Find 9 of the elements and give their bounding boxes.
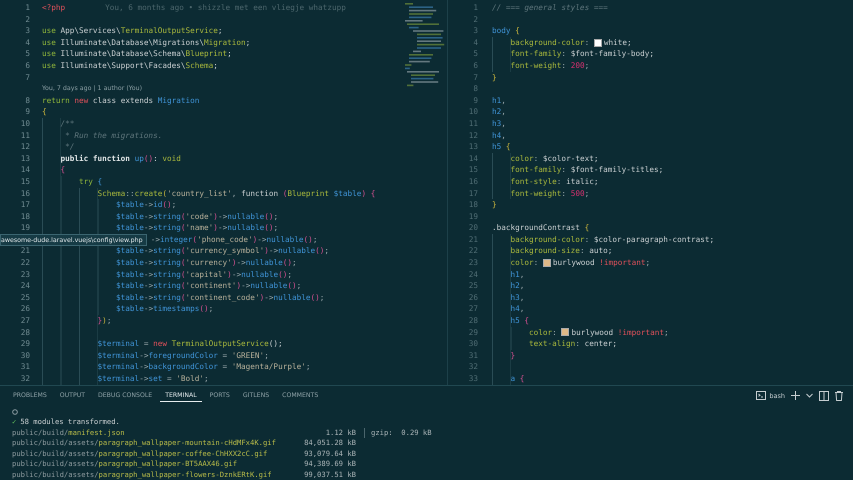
- color-swatch-icon[interactable]: [594, 38, 602, 47]
- terminal-icon[interactable]: [756, 391, 766, 400]
- circle-icon: [12, 408, 18, 415]
- color-swatch-icon[interactable]: [542, 258, 551, 267]
- plus-icon[interactable]: [791, 391, 800, 400]
- color-swatch-icon[interactable]: [561, 328, 570, 336]
- split-icon[interactable]: [819, 390, 829, 401]
- caret-icon[interactable]: [806, 393, 813, 398]
- trash-icon[interactable]: [835, 390, 843, 401]
